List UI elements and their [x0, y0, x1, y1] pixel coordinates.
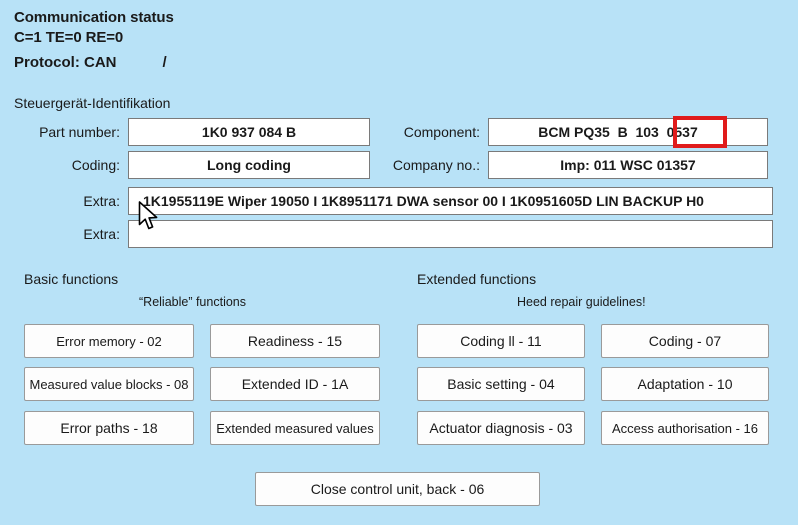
communication-counters: C=1 TE=0 RE=0: [14, 28, 514, 48]
extra-2-label: Extra:: [24, 225, 128, 243]
extra-1-label: Extra:: [24, 192, 128, 210]
component-value-base: BCM PQ35 B 103: [538, 124, 659, 140]
button-error-paths[interactable]: Error paths - 18: [24, 411, 194, 445]
company-no-field[interactable]: Imp: 011 WSC 01357: [488, 151, 768, 179]
button-error-memory[interactable]: Error memory - 02: [24, 324, 194, 358]
button-readiness[interactable]: Readiness - 15: [210, 324, 380, 358]
company-no-label: Company no.:: [390, 156, 488, 174]
component-row: Component: BCM PQ35 B 103 0537: [390, 118, 768, 146]
button-adaptation[interactable]: Adaptation - 10: [601, 367, 769, 401]
identification-section-title: Steuergerät-Identifikation: [14, 94, 170, 112]
button-access-authorisation[interactable]: Access authorisation - 16: [601, 411, 769, 445]
extended-functions-subtitle: Heed repair guidelines!: [517, 294, 646, 310]
component-value-highlighted: [659, 124, 667, 140]
communication-status-title: Communication status: [14, 8, 514, 28]
protocol-row: Protocol: CAN /: [14, 53, 514, 73]
button-actuator-diagnosis[interactable]: Actuator diagnosis - 03: [417, 411, 585, 445]
component-value-code: 0537: [667, 124, 698, 140]
component-field[interactable]: BCM PQ35 B 103 0537: [488, 118, 768, 146]
button-coding-ll[interactable]: Coding ll - 11: [417, 324, 585, 358]
button-close-control-unit[interactable]: Close control unit, back - 06: [255, 472, 540, 506]
basic-functions-subtitle: “Reliable” functions: [139, 294, 246, 310]
extra-1-field[interactable]: 1K1955119E Wiper 19050 I 1K8951171 DWA s…: [128, 187, 773, 215]
company-no-row: Company no.: Imp: 011 WSC 01357: [390, 151, 768, 179]
protocol-separator: /: [163, 53, 167, 73]
communication-status-panel: Communication status C=1 TE=0 RE=0 Proto…: [14, 8, 514, 73]
extra-1-row: Extra: 1K1955119E Wiper 19050 I 1K895117…: [24, 187, 773, 215]
basic-functions-title: Basic functions: [24, 270, 118, 288]
coding-row: Coding: Long coding: [24, 151, 370, 179]
component-value-group: BCM PQ35 B 103 0537: [538, 124, 698, 140]
extended-functions-title: Extended functions: [417, 270, 536, 288]
coding-label: Coding:: [24, 156, 128, 174]
button-basic-setting[interactable]: Basic setting - 04: [417, 367, 585, 401]
extra-2-field[interactable]: [128, 220, 773, 248]
button-coding[interactable]: Coding - 07: [601, 324, 769, 358]
part-number-label: Part number:: [24, 123, 128, 141]
component-label: Component:: [390, 123, 488, 141]
button-extended-measured-values[interactable]: Extended measured values: [210, 411, 380, 445]
coding-field[interactable]: Long coding: [128, 151, 370, 179]
protocol-label: Protocol: CAN: [14, 53, 117, 73]
part-number-row: Part number: 1K0 937 084 B: [24, 118, 370, 146]
button-extended-id[interactable]: Extended ID - 1A: [210, 367, 380, 401]
part-number-field[interactable]: 1K0 937 084 B: [128, 118, 370, 146]
extra-2-row: Extra:: [24, 220, 773, 248]
button-measured-value-blocks[interactable]: Measured value blocks - 08: [24, 367, 194, 401]
